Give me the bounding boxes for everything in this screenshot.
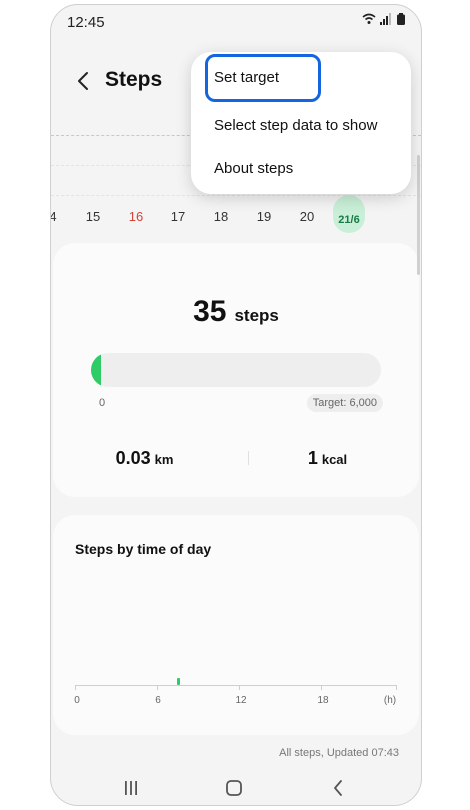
day-item[interactable]: 19 <box>257 209 271 224</box>
progress-fill <box>91 353 102 387</box>
graph-gridline <box>51 195 421 196</box>
day-item[interactable]: 4 <box>51 209 57 224</box>
target-label[interactable]: Target: 6,000 <box>306 394 383 412</box>
steps-bar <box>177 678 180 685</box>
status-time: 12:45 <box>67 14 105 31</box>
axis-label: 18 <box>317 695 329 706</box>
axis-label: (h) <box>383 695 397 706</box>
menu-item-about-steps[interactable]: About steps <box>214 160 293 177</box>
distance-value: 0.03 <box>115 448 151 468</box>
distance-stat: 0.03 km <box>53 448 236 469</box>
home-icon <box>226 780 242 796</box>
target-progress-bar <box>91 353 381 387</box>
set-target-highlight <box>205 54 321 102</box>
wifi-icon <box>362 13 376 24</box>
menu-item-select-step-data[interactable]: Select step data to show <box>214 117 377 134</box>
time-of-day-title: Steps by time of day <box>75 541 212 557</box>
recents-button[interactable] <box>111 775 151 801</box>
axis-tick <box>321 685 322 690</box>
calories-value: 1 <box>307 448 318 468</box>
day-item[interactable]: 17 <box>171 209 185 224</box>
axis-tick <box>75 685 76 690</box>
nav-bar <box>51 771 421 805</box>
chevron-left-icon <box>78 72 88 90</box>
page-title: Steps <box>105 68 163 91</box>
day-item-sunday[interactable]: 16 <box>129 209 143 224</box>
status-bar: 12:45 <box>51 5 421 37</box>
battery-icon <box>397 13 405 25</box>
axis-label: 0 <box>74 695 80 706</box>
selected-day-label: 21/6 <box>338 214 360 226</box>
axis-tick <box>157 685 158 690</box>
home-button[interactable] <box>214 775 254 801</box>
day-item[interactable]: 18 <box>214 209 228 224</box>
calories-unit: kcal <box>321 452 348 467</box>
steps-summary-card: 35 steps 0 Target: 6,000 0.03 km 1 kcal <box>53 243 419 497</box>
step-count-unit: steps <box>234 306 279 325</box>
step-count-value: 35 <box>193 295 227 328</box>
day-selector: 4 15 16 17 18 19 20 <box>51 209 421 233</box>
recents-icon <box>125 781 137 795</box>
axis-label: 6 <box>155 695 161 706</box>
back-button[interactable] <box>69 65 97 97</box>
scrollbar[interactable] <box>417 155 420 275</box>
calories-stat: 1 kcal <box>236 448 419 469</box>
updated-label: All steps, Updated 07:43 <box>279 747 399 759</box>
signal-icon <box>380 13 392 25</box>
axis-label: 12 <box>235 695 247 706</box>
time-of-day-card: Steps by time of day 0 6 12 18 (h) <box>53 515 419 735</box>
step-count: 35 steps <box>53 295 419 329</box>
axis-tick <box>396 685 397 690</box>
system-back-button[interactable] <box>318 775 358 801</box>
axis-tick <box>239 685 240 690</box>
day-item[interactable]: 15 <box>86 209 100 224</box>
time-axis <box>75 685 397 686</box>
day-item[interactable]: 20 <box>300 209 314 224</box>
progress-start-label: 0 <box>99 397 106 409</box>
selected-day[interactable]: 21/6 <box>333 195 365 233</box>
distance-unit: km <box>154 452 174 467</box>
phone-screen: 12:45 Steps 4 15 16 17 18 19 20 21/6 35 … <box>50 4 422 806</box>
back-icon <box>334 780 342 796</box>
status-icons <box>362 13 405 28</box>
